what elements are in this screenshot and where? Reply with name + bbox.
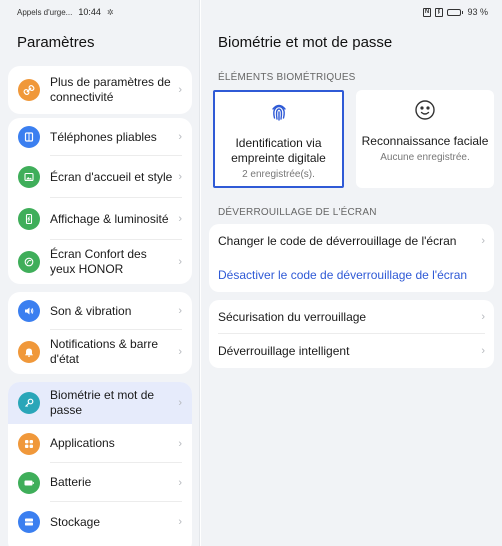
status-bar-left: Appels d'urge... 10:44 ✲ <box>0 0 199 24</box>
sidebar-item-label: Téléphones pliables <box>50 129 157 144</box>
face-recognition-tile[interactable]: Reconnaissance faciale Aucune enregistré… <box>356 90 494 188</box>
settings-group-sound: Son & vibration › Notifications & barre … <box>8 292 192 374</box>
lock-security-label: Sécurisation du verrouillage <box>218 310 367 324</box>
smart-unlock-label: Déverrouillage intelligent <box>218 344 350 358</box>
clock: 10:44 <box>78 7 101 17</box>
battery-icon <box>18 471 40 494</box>
chevron-right-icon: › <box>178 437 182 450</box>
sidebar-item-label: Notifications & barre d'état <box>50 337 159 366</box>
sidebar-item-display[interactable]: Affichage & luminosité › <box>8 198 192 240</box>
battery-percent: 93 % <box>467 7 488 17</box>
sidebar-item-home-screen[interactable]: Écran d'accueil et style › <box>8 156 192 198</box>
bluetooth-icon: ᛒ <box>434 7 443 17</box>
key-icon <box>18 392 40 414</box>
sidebar-item-biometrics[interactable]: Biométrie et mot de passe › <box>8 382 192 424</box>
settings-navigation-pane: Appels d'urge... 10:44 ✲ Paramètres Plus… <box>0 0 200 546</box>
display-icon <box>18 208 40 230</box>
sidebar-item-label: Plus de paramètres de connectivité <box>50 75 171 104</box>
lock-security-item[interactable]: Sécurisation du verrouillage › <box>209 300 494 334</box>
eye-comfort-icon <box>18 251 40 273</box>
sidebar-item-label: Affichage & luminosité <box>50 211 169 226</box>
sidebar-item-storage[interactable]: Stockage › <box>8 502 192 542</box>
sidebar-item-label: Batterie <box>50 475 92 489</box>
face-count: Aucune enregistrée. <box>380 152 470 163</box>
notification-text: Appels d'urge... <box>17 7 73 17</box>
fingerprint-title: Identification via empreinte digitale <box>231 136 326 165</box>
section-header-unlock: DÉVERROUILLAGE DE L'ÉCRAN <box>218 207 377 218</box>
face-icon <box>413 98 437 122</box>
change-unlock-code-label: Changer le code de déverrouillage de l'é… <box>218 234 457 248</box>
apps-icon <box>18 432 40 455</box>
chevron-right-icon: › <box>178 476 182 489</box>
sidebar-item-label: Stockage <box>50 514 101 529</box>
fingerprint-icon <box>267 100 291 124</box>
change-unlock-code[interactable]: Changer le code de déverrouillage de l'é… <box>209 224 494 258</box>
chevron-right-icon: › <box>178 131 182 143</box>
chevron-right-icon: › <box>481 311 485 323</box>
chevron-right-icon: › <box>178 397 182 409</box>
chevron-right-icon: › <box>481 235 485 247</box>
status-bar-right: N ᛒ 93 % <box>201 0 502 24</box>
sidebar-item-label: Écran d'accueil et style <box>50 169 173 184</box>
lock-options-card: Sécurisation du verrouillage › Déverroui… <box>209 300 494 368</box>
fingerprint-tile[interactable]: Identification via empreinte digitale 2 … <box>213 90 344 188</box>
sidebar-item-eye-comfort[interactable]: Écran Confort des yeux HONOR › <box>8 240 192 284</box>
bell-icon <box>18 341 40 363</box>
fingerprint-count: 2 enregistrée(s). <box>242 169 315 180</box>
face-title: Reconnaissance faciale <box>361 134 489 148</box>
sidebar-item-sound[interactable]: Son & vibration › <box>8 292 192 330</box>
page-title: Biométrie et mot de passe <box>218 34 393 51</box>
section-header-biometrics: ÉLÉMENTS BIOMÉTRIQUES <box>218 72 356 83</box>
settings-group-display: Téléphones pliables › Écran d'accueil et… <box>8 118 192 284</box>
smart-unlock-item[interactable]: Déverrouillage intelligent › <box>209 334 494 368</box>
battery-status-icon <box>446 8 464 16</box>
sidebar-item-label: Applications <box>50 436 115 450</box>
sidebar-item-label: Son & vibration <box>50 303 132 318</box>
sidebar-item-applications[interactable]: Applications › <box>8 424 192 463</box>
chevron-right-icon: › <box>178 256 182 268</box>
chevron-right-icon: › <box>178 305 182 317</box>
chevron-right-icon: › <box>178 171 182 183</box>
sidebar-item-label: Biométrie et mot de passe <box>50 388 155 417</box>
chevron-right-icon: › <box>481 345 485 357</box>
chevron-right-icon: › <box>178 516 182 528</box>
sidebar-item-connectivity[interactable]: Plus de paramètres de connectivité › <box>8 66 192 114</box>
settings-group-connectivity: Plus de paramètres de connectivité › <box>8 66 192 114</box>
disable-unlock-code-label: Désactiver le code de déverrouillage de … <box>218 268 468 282</box>
unlock-card: Changer le code de déverrouillage de l'é… <box>209 224 494 292</box>
sidebar-item-battery[interactable]: Batterie › <box>8 463 192 502</box>
chevron-right-icon: › <box>178 346 182 358</box>
gear-icon: ✲ <box>106 7 114 17</box>
sim-icon: N <box>422 7 431 17</box>
chevron-right-icon: › <box>178 84 182 96</box>
speaker-icon <box>18 300 40 322</box>
sidebar-item-foldable[interactable]: Téléphones pliables › <box>8 118 192 156</box>
foldable-icon <box>18 126 40 148</box>
detail-pane: N ᛒ 93 % Biométrie et mot de passe ÉLÉME… <box>201 0 502 546</box>
disable-unlock-code[interactable]: Désactiver le code de déverrouillage de … <box>209 258 494 292</box>
sidebar-item-label: Écran Confort des yeux HONOR <box>50 247 147 276</box>
page-title: Paramètres <box>17 34 95 51</box>
storage-icon <box>18 511 40 533</box>
link-icon <box>18 79 40 101</box>
sidebar-item-notifications[interactable]: Notifications & barre d'état › <box>8 330 192 374</box>
settings-group-security: Biométrie et mot de passe › Applications… <box>8 382 192 546</box>
chevron-right-icon: › <box>178 213 182 225</box>
image-icon <box>18 166 40 188</box>
